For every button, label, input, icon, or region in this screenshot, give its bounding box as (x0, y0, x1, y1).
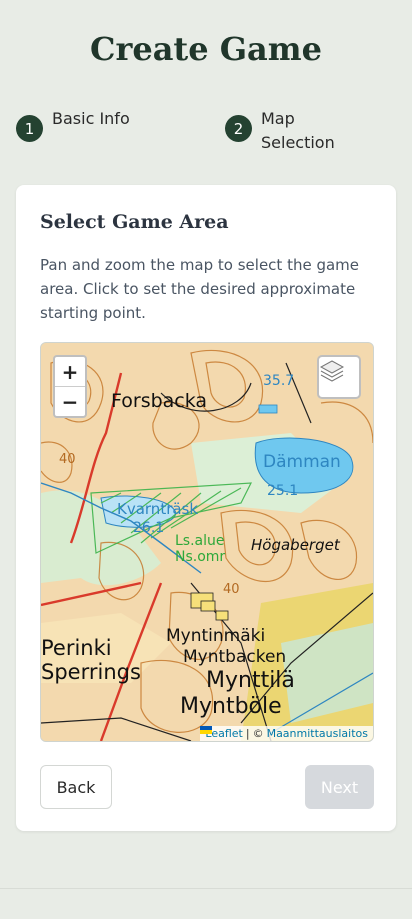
map-label-ls-alue: Ls.alue (175, 533, 225, 549)
zoom-out-button[interactable]: − (55, 386, 85, 416)
map-label-contour-40: 40 (223, 582, 240, 597)
card-description: Pan and zoom the map to select the game … (40, 256, 360, 322)
layers-button[interactable] (317, 355, 361, 399)
map-label-hogaberget: Högaberget (251, 536, 341, 554)
map-label-damman: Dämman (263, 452, 341, 472)
zoom-in-button[interactable]: + (55, 357, 85, 386)
page-title: Create Game (90, 30, 322, 68)
step-label: Map Selection (261, 109, 335, 152)
attribution-separator: | (245, 727, 250, 740)
map-label-mynttila: Mynttilä (206, 668, 295, 693)
provider-link[interactable]: Maanmittauslaitos (267, 727, 368, 740)
game-area-card: Select Game Area Pan and zoom the map to… (16, 185, 396, 831)
step-number: 2 (225, 115, 252, 142)
back-button[interactable]: Back (40, 765, 112, 809)
step-label: Basic Info (52, 109, 130, 128)
bottom-bar (0, 888, 412, 919)
map-label-myntbole: Myntböle (180, 694, 282, 719)
map-label-myntbacken: Myntbacken (183, 647, 286, 667)
map-label-myntinmaki: Myntinmäki (166, 626, 265, 646)
map-label-damman-elevation: 25.1 (267, 483, 298, 499)
layers-icon (319, 360, 345, 382)
map-label-perinki: Perinki (41, 636, 112, 660)
map-label-elevation-357: 35.7 (263, 373, 294, 389)
map-label-forsbacka: Forsbacka (111, 390, 207, 412)
card-heading: Select Game Area (40, 211, 229, 233)
next-button[interactable]: Next (305, 765, 374, 809)
ukraine-flag-icon (200, 726, 213, 734)
map-attribution: Leaflet | © Maanmittauslaitos (200, 726, 373, 741)
map-label-ns-omr: Ns.omr (175, 549, 225, 565)
map-label-contour-40: 40 (59, 452, 76, 467)
map-label-kvarntrask-elevation: 26.1 (133, 520, 164, 536)
copyright-symbol: © (252, 727, 264, 740)
step-number: 1 (16, 115, 43, 142)
topographic-map[interactable]: Forsbacka Dämman 25.1 Kvarnträsk 26.1 Ls… (41, 343, 373, 741)
map-label-sperrings: Sperrings (41, 660, 141, 684)
map-view[interactable]: Forsbacka Dämman 25.1 Kvarnträsk 26.1 Ls… (40, 342, 374, 742)
zoom-control: + − (53, 355, 87, 418)
step-map-selection: 2 Map Selection (225, 107, 341, 155)
step-basic-info: 1 Basic Info (16, 107, 132, 142)
map-label-kvarntrask: Kvarnträsk (117, 500, 198, 518)
